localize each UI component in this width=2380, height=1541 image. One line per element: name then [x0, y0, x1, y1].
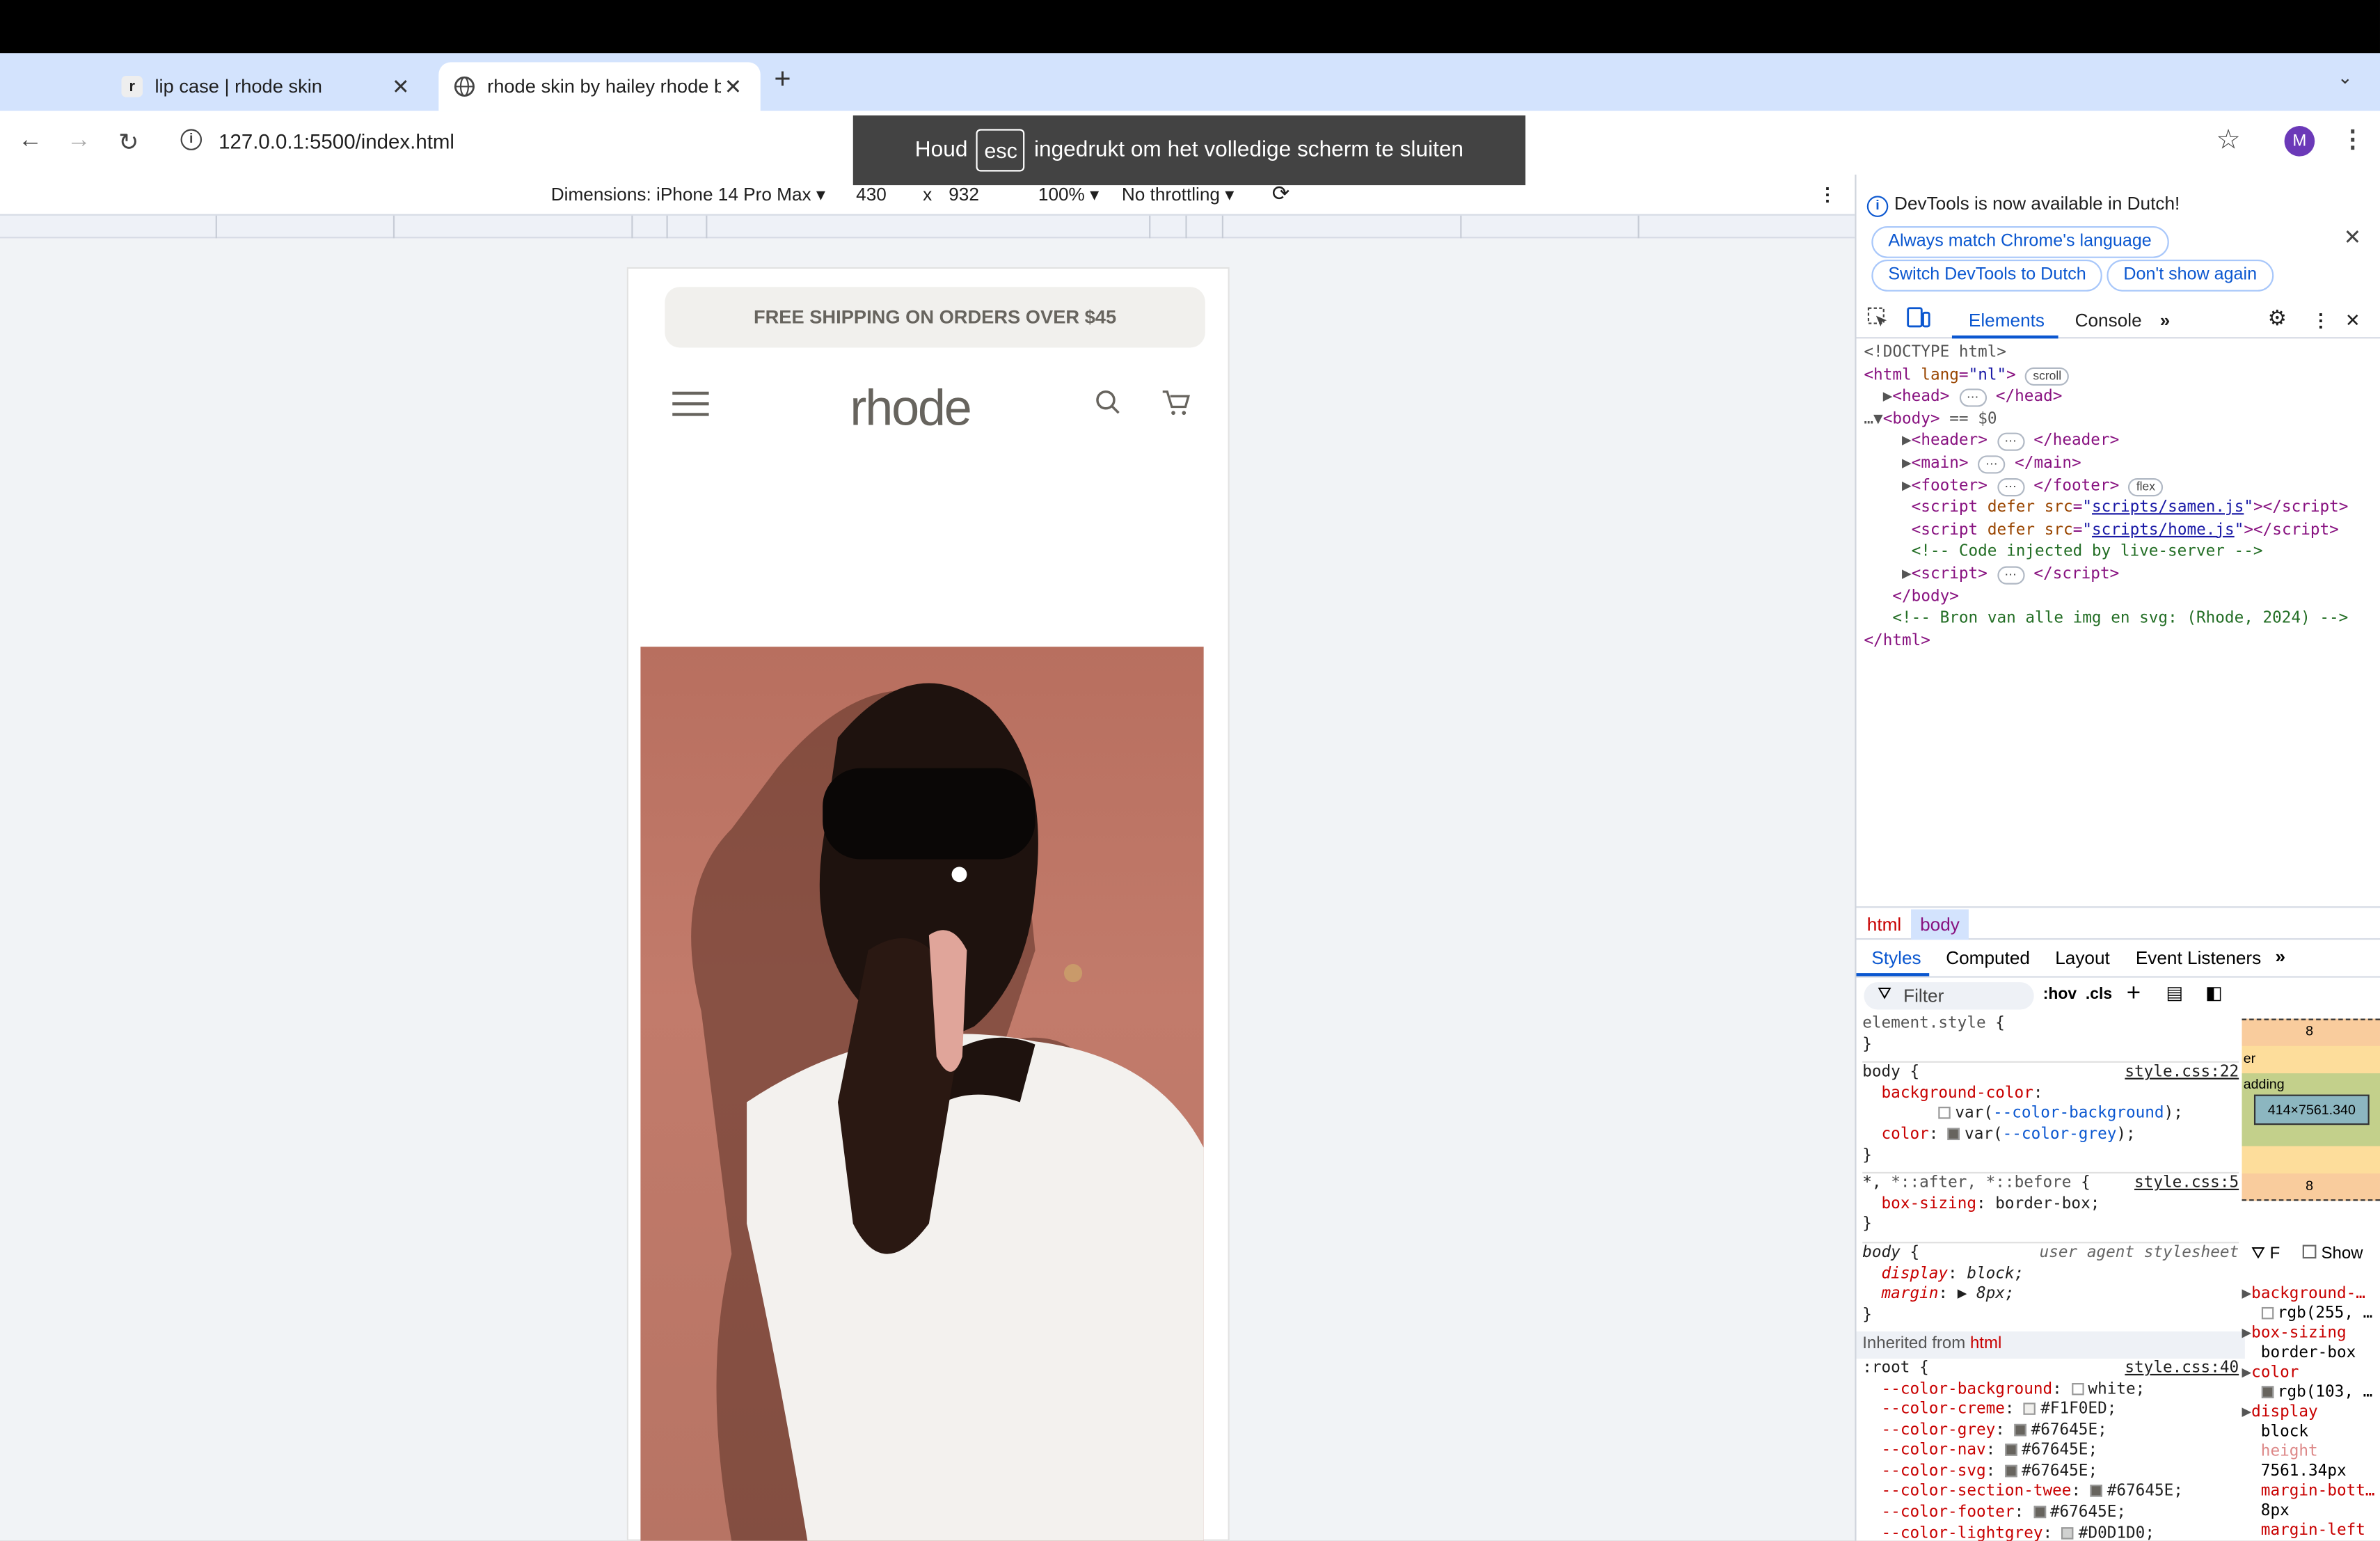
- box-model-diagram[interactable]: 414×7561.340 8 8 er adding: [2242, 979, 2380, 1238]
- styles-tab-bar: Styles Computed Layout Event Listeners »: [1856, 941, 2380, 978]
- site-info-icon[interactable]: i: [180, 129, 203, 150]
- tab-computed[interactable]: Computed: [1946, 947, 2030, 969]
- profile-avatar[interactable]: M: [2284, 126, 2315, 157]
- tab-title: rhode skin by hailey rhode bie: [487, 76, 722, 97]
- inspect-element-icon[interactable]: [1867, 307, 1889, 335]
- menu-hamburger-icon[interactable]: [672, 391, 709, 416]
- forward-icon[interactable]: →: [67, 127, 91, 155]
- url-text[interactable]: 127.0.0.1:5500/index.html: [219, 131, 454, 154]
- styles-filter-row: ⛛ Filter :hov .cls + ▤ ◧: [1857, 979, 2239, 1013]
- new-tab-icon[interactable]: +: [774, 64, 791, 97]
- esc-key: esc: [976, 129, 1025, 172]
- tab-layout[interactable]: Layout: [2055, 947, 2110, 969]
- margin-bottom-value: 8: [2306, 1178, 2314, 1194]
- toggle-sidebar-icon[interactable]: ◧: [2205, 982, 2223, 1004]
- close-devtools-icon[interactable]: ✕: [2345, 310, 2361, 331]
- active-tab-indicator: [1951, 335, 2058, 339]
- styles-pane[interactable]: element.style { } body {style.css:22 bac…: [1856, 1014, 2245, 1541]
- language-notice: i DevTools is now available in Dutch!: [1866, 193, 2180, 217]
- device-toggle-icon[interactable]: [1906, 307, 1930, 335]
- content-size: 414×7561.340: [2253, 1094, 2370, 1125]
- filter-placeholder: Filter: [1903, 985, 1944, 1007]
- tab-strip: r lip case | rhode skin ✕ rhode skin by …: [0, 53, 2380, 111]
- cls-toggle[interactable]: .cls: [2086, 986, 2112, 1004]
- device-more-icon[interactable]: ⋮: [1818, 184, 1836, 205]
- switch-to-dutch-button[interactable]: Switch DevTools to Dutch: [1871, 259, 2103, 292]
- paint-brush-icon[interactable]: ▤: [2166, 982, 2183, 1004]
- rhode-logo[interactable]: rhode: [850, 379, 971, 437]
- width-input[interactable]: 430: [856, 184, 887, 205]
- breadcrumb: html body: [1856, 906, 2380, 940]
- tab-search-chevron-icon[interactable]: ⌄: [2338, 67, 2353, 88]
- computed-properties[interactable]: ⛛ F Show ▶background-… rgb(255, … ▶box-s…: [2242, 1244, 2380, 1541]
- more-panels-icon[interactable]: »: [2275, 946, 2285, 967]
- shipping-banner: FREE SHIPPING ON ORDERS OVER $45: [665, 287, 1205, 348]
- cart-icon[interactable]: [1161, 387, 1192, 425]
- media-query-ruler[interactable]: [0, 214, 1855, 239]
- dimensions-select[interactable]: Dimensions: iPhone 14 Pro Max ▾: [551, 184, 825, 205]
- tab-lip-case[interactable]: r lip case | rhode skin ✕: [106, 62, 428, 111]
- tab-styles[interactable]: Styles: [1871, 947, 1921, 969]
- tab-rhode-skin[interactable]: rhode skin by hailey rhode bie ✕: [438, 62, 761, 111]
- close-notice-icon[interactable]: ✕: [2344, 225, 2362, 251]
- hero-image: [640, 647, 1204, 1541]
- info-icon: i: [1866, 196, 1889, 217]
- add-rule-icon[interactable]: +: [2127, 981, 2141, 1008]
- hov-toggle[interactable]: :hov: [2043, 986, 2077, 1004]
- notice-text-after: ingedrukt om het volledige scherm te slu…: [1033, 138, 1464, 163]
- always-match-language-button[interactable]: Always match Chrome's language: [1871, 226, 2168, 258]
- close-tab-icon[interactable]: ✕: [721, 74, 745, 100]
- tab-event-listeners[interactable]: Event Listeners: [2136, 947, 2261, 969]
- margin-top-value: 8: [2306, 1023, 2314, 1038]
- screen-top-bar: [0, 0, 2380, 54]
- more-tabs-icon[interactable]: »: [2160, 310, 2171, 331]
- filter-icon: ⛛: [1878, 985, 1892, 1004]
- dom-tree[interactable]: <!DOCTYPE html> <html lang="nl"> scroll …: [1864, 342, 2348, 652]
- settings-gear-icon[interactable]: ⚙: [2268, 305, 2287, 331]
- tab-title: lip case | rhode skin: [154, 76, 322, 97]
- search-icon[interactable]: [1095, 388, 1122, 423]
- dimension-separator: x: [923, 183, 933, 205]
- globe-icon: [454, 76, 475, 97]
- crumb-body[interactable]: body: [1911, 909, 1969, 940]
- dont-show-again-button[interactable]: Don't show again: [2107, 259, 2274, 292]
- bookmark-star-icon[interactable]: ☆: [2216, 125, 2240, 157]
- notice-text-before: Houd: [914, 138, 968, 163]
- height-input[interactable]: 932: [949, 184, 979, 205]
- tab-console[interactable]: Console: [2075, 310, 2142, 331]
- throttling-select[interactable]: No throttling ▾: [1122, 184, 1235, 205]
- chrome-menu-icon[interactable]: ⋮: [2340, 125, 2365, 155]
- tab-elements[interactable]: Elements: [1969, 310, 2045, 331]
- close-tab-icon[interactable]: ✕: [388, 74, 413, 100]
- crumb-html[interactable]: html: [1867, 914, 1901, 935]
- zoom-select[interactable]: 100% ▾: [1038, 184, 1099, 205]
- fullscreen-exit-notice: Houd esc ingedrukt om het volledige sche…: [852, 115, 1526, 186]
- back-icon[interactable]: ←: [18, 127, 42, 155]
- rhode-favicon-icon: r: [121, 76, 143, 97]
- reload-icon[interactable]: ↻: [118, 127, 138, 158]
- devtools-menu-icon[interactable]: ⋮: [2312, 310, 2330, 331]
- active-style-tab-indicator: [1856, 973, 1930, 977]
